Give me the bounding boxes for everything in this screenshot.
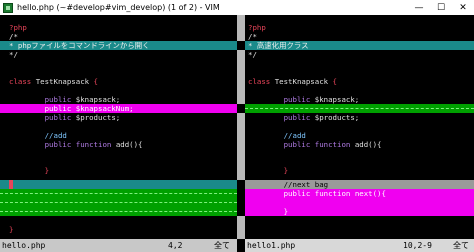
vim-icon bbox=[3, 2, 13, 13]
code-line: /* bbox=[9, 32, 18, 41]
diff-filler-block bbox=[0, 189, 237, 216]
window-title: hello.php (~#develop#vim_develop) (1 of … bbox=[17, 3, 220, 12]
vim-window: hello.php (~#develop#vim_develop) (1 of … bbox=[0, 0, 474, 252]
diff-filler-line bbox=[245, 104, 474, 113]
minimize-button[interactable]: — bbox=[408, 0, 430, 15]
code-line: } bbox=[44, 166, 50, 175]
left-statusline: hello.php 4,2 全て bbox=[0, 239, 237, 252]
diff-delete-line: public $knapsackNum; bbox=[0, 104, 237, 113]
left-filename: hello.php bbox=[2, 241, 46, 250]
code-line: public $products; bbox=[44, 113, 121, 122]
diff-add-block: public function next(){ } bbox=[245, 189, 474, 216]
right-editor-pane[interactable]: ?php /* * 高速化用クラス */ class TestKnapsack … bbox=[245, 15, 474, 239]
code-line: ?php bbox=[248, 23, 266, 32]
code-line: //add bbox=[44, 131, 67, 140]
code-line: public function add(){ bbox=[283, 140, 382, 149]
code-line: /* bbox=[248, 32, 257, 41]
code-line: public function add(){ bbox=[44, 140, 143, 149]
right-statusline: hello1.php 10,2-9 全て bbox=[245, 239, 474, 252]
left-scroll-indicator: 全て bbox=[214, 241, 230, 250]
diff-change-line bbox=[0, 180, 237, 189]
code-line: */ bbox=[9, 50, 18, 59]
vertical-split-divider[interactable] bbox=[237, 15, 245, 239]
code-line: public $products; bbox=[283, 113, 360, 122]
left-editor-pane[interactable]: ?php /* * phpファイルをコマンドラインから開く */ class T… bbox=[0, 15, 237, 239]
code-line: } bbox=[283, 166, 289, 175]
diff-change-line: //next bag bbox=[245, 180, 474, 189]
statusline-divider bbox=[237, 239, 245, 252]
cursor-marker bbox=[9, 180, 13, 189]
left-cursor-position: 4,2 bbox=[168, 241, 183, 250]
diff-change-line: * phpファイルをコマンドラインから開く bbox=[0, 41, 237, 50]
right-cursor-position: 10,2-9 bbox=[403, 241, 432, 250]
right-filename: hello1.php bbox=[247, 241, 296, 250]
code-line: public $knapsack; bbox=[44, 95, 121, 104]
diff-change-line: * 高速化用クラス bbox=[245, 41, 474, 50]
window-controls: — ☐ ✕ bbox=[408, 0, 474, 15]
code-line: class TestKnapsack { bbox=[248, 77, 337, 86]
code-line: } bbox=[9, 225, 14, 234]
code-line: */ bbox=[248, 50, 257, 59]
code-line: class TestKnapsack { bbox=[9, 77, 98, 86]
maximize-button[interactable]: ☐ bbox=[430, 0, 452, 15]
code-line: ?php bbox=[9, 23, 27, 32]
title-bar[interactable]: hello.php (~#develop#vim_develop) (1 of … bbox=[0, 0, 474, 15]
close-button[interactable]: ✕ bbox=[452, 0, 474, 15]
code-line: //add bbox=[283, 131, 306, 140]
right-scroll-indicator: 全て bbox=[453, 241, 469, 250]
code-line: public $knapsack; bbox=[283, 95, 360, 104]
